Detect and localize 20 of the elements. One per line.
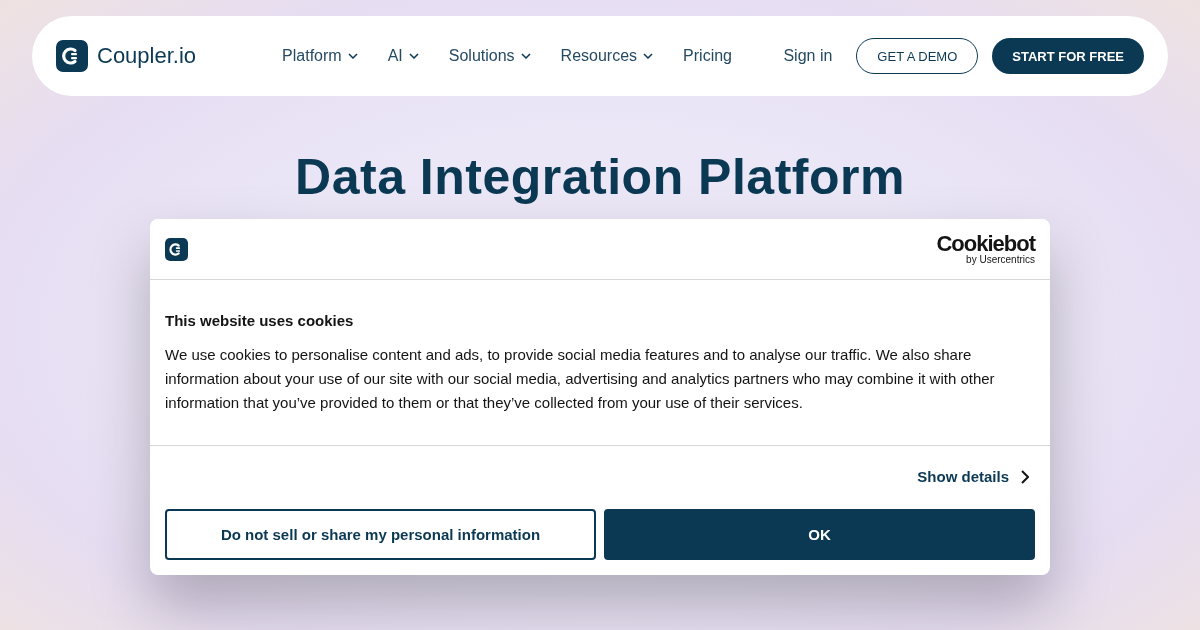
cookiebot-logo-text: Cookiebot [936, 233, 1035, 255]
chevron-right-icon [1021, 469, 1029, 484]
logo-text[interactable]: Coupler.io [97, 43, 197, 69]
start-for-free-button[interactable]: START FOR FREE [992, 38, 1144, 74]
nav-link[interactable]: Resources [560, 47, 654, 65]
sign-in-link[interactable]: Sign in [783, 47, 833, 65]
cookie-notice-text: We use cookies to personalise content and ads, to provide social media features and to analyse our traffic. We also share information about your use of our site with our social media, advertising and analytics partners who may combine it with other information that you’ve provided to them or that they’ve collected from your use of their services. [165, 345, 996, 413]
dialog-title: This website uses cookies [165, 312, 355, 329]
show-details-link[interactable]: Show details [917, 468, 1009, 485]
do-not-sell-button[interactable]: Do not sell or share my personal information [165, 509, 596, 560]
nav-link[interactable]: Pricing [683, 47, 732, 65]
nav-link[interactable]: Platform [282, 47, 358, 65]
nav-link[interactable]: AI [387, 47, 419, 65]
logo-icon [165, 237, 188, 261]
hero-heading: Data Integration Platform [295, 148, 905, 206]
ok-button[interactable]: OK [604, 509, 1035, 560]
logo-icon [56, 40, 88, 72]
cookiebot-byline: by Usercentrics [966, 255, 1035, 265]
get-demo-button[interactable]: GET A DEMO [856, 38, 979, 74]
nav-link[interactable]: Solutions [448, 47, 531, 65]
